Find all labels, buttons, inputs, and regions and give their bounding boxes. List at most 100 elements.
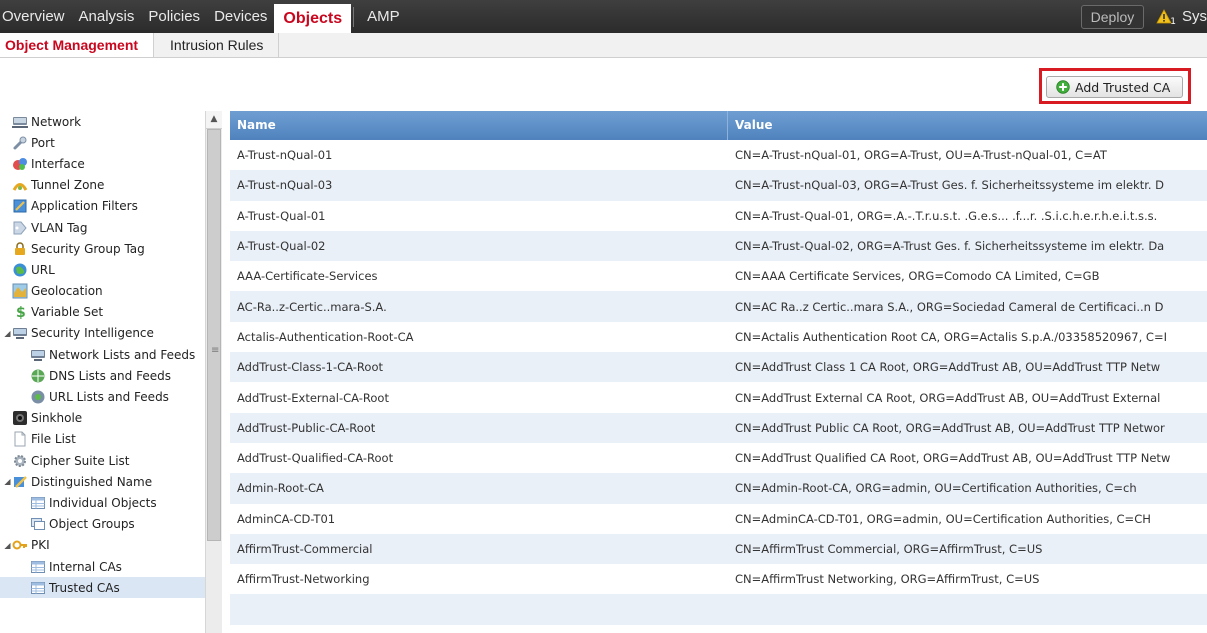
- cell-value: CN=AddTrust Qualified CA Root, ORG=AddTr…: [735, 451, 1171, 466]
- table-row[interactable]: Admin-Root-CA CN=Admin-Root-CA, ORG=admin…: [230, 473, 1207, 504]
- cell-name: Admin-Root-CA: [237, 481, 324, 496]
- table-row[interactable]: AddTrust-External-CA-Root CN=AddTrust Ext…: [230, 382, 1207, 412]
- cell-name: A-Trust-Qual-01: [237, 208, 326, 223]
- column-header-value[interactable]: Value: [728, 111, 1207, 140]
- globe-icon: [13, 263, 27, 277]
- sidebar-item-pki[interactable]: ◢ PKI: [0, 535, 205, 556]
- sidebar-item-label: Sinkhole: [31, 411, 83, 426]
- table-row[interactable]: AC-Ra..z-Certic..mara-S.A. CN=AC Ra..z Ce…: [230, 291, 1207, 322]
- nav-objects[interactable]: Objects: [274, 4, 352, 33]
- port-icon: [13, 136, 27, 150]
- sidebar-item-trusted-cas[interactable]: Trusted CAs: [0, 577, 205, 599]
- table-row[interactable]: A-Trust-nQual-03 CN=A-Trust-nQual-03, ORG…: [230, 170, 1207, 201]
- cell-value: CN=A-Trust-nQual-01, ORG=A-Trust, OU=A-T…: [735, 148, 1107, 163]
- system-menu[interactable]: Sys: [1182, 8, 1207, 25]
- add-trusted-ca-button[interactable]: Add Trusted CA: [1046, 76, 1183, 98]
- dollar-icon: $: [16, 305, 26, 320]
- table-row[interactable]: AffirmTrust-Networking CN=AffirmTrust Net…: [230, 564, 1207, 594]
- cell-name: A-Trust-nQual-01: [237, 148, 333, 163]
- network-icon: [12, 116, 28, 128]
- sidebar-item-sinkhole[interactable]: Sinkhole: [0, 408, 205, 429]
- nav-amp[interactable]: AMP: [360, 0, 407, 33]
- expand-caret-icon[interactable]: ◢: [3, 477, 12, 486]
- sidebar-item-url-lists-and-feeds[interactable]: URL Lists and Feeds: [0, 386, 205, 407]
- sidebar-item-internal-cas[interactable]: Internal CAs: [0, 556, 205, 577]
- table-row[interactable]: [230, 594, 1207, 625]
- url-lists-icon: [31, 390, 45, 404]
- cell-value: CN=Actalis Authentication Root CA, ORG=A…: [735, 329, 1167, 344]
- table-row[interactable]: Actalis-Authentication-Root-CA CN=Actalis…: [230, 322, 1207, 352]
- sidebar-scrollbar[interactable]: ▲ ≡: [205, 111, 222, 633]
- dns-lists-icon: [31, 369, 45, 383]
- sidebar-item-object-groups[interactable]: Object Groups: [0, 514, 205, 535]
- sidebar-item-port[interactable]: Port: [0, 132, 205, 153]
- column-header-name[interactable]: Name: [230, 111, 728, 140]
- add-icon: [1056, 80, 1070, 94]
- table-row[interactable]: A-Trust-Qual-01 CN=A-Trust-Qual-01, ORG=.…: [230, 201, 1207, 231]
- tab-intrusion-rules[interactable]: Intrusion Rules: [153, 33, 280, 57]
- deploy-button[interactable]: Deploy: [1080, 4, 1145, 29]
- nav-overview[interactable]: Overview: [0, 0, 72, 33]
- sidebar-item-file-list[interactable]: File List: [0, 429, 205, 450]
- sidebar-item-cipher-suite-list[interactable]: Cipher Suite List: [0, 450, 205, 471]
- table-row[interactable]: AddTrust-Public-CA-Root CN=AddTrust Publi…: [230, 412, 1207, 443]
- sidebar-item-security-group-tag[interactable]: Security Group Tag: [0, 238, 205, 259]
- sidebar-item-geolocation[interactable]: Geolocation: [0, 281, 205, 302]
- scroll-thumb[interactable]: ≡: [207, 129, 221, 541]
- table-icon: [31, 496, 45, 509]
- nav-analysis[interactable]: Analysis: [72, 0, 142, 33]
- sidebar-item-variable-set[interactable]: $ Variable Set: [0, 302, 205, 323]
- object-groups-icon: [31, 518, 45, 531]
- cell-name: Actalis-Authentication-Root-CA: [237, 329, 414, 344]
- top-right-controls: Deploy 1 Sys: [1080, 0, 1207, 33]
- sidebar-item-dns-lists-and-feeds[interactable]: DNS Lists and Feeds: [0, 365, 205, 386]
- object-type-sidebar: Network Port Interface Tunnel Zone Applicati…: [0, 111, 222, 633]
- sidebar-item-label: VLAN Tag: [31, 220, 88, 235]
- sidebar-item-label: Application Filters: [31, 199, 138, 214]
- sidebar-item-interface[interactable]: Interface: [0, 153, 205, 174]
- table-row[interactable]: AddTrust-Qualified-CA-Root CN=AddTrust Qu…: [230, 443, 1207, 473]
- table-row[interactable]: AddTrust-Class-1-CA-Root CN=AddTrust Clas…: [230, 352, 1207, 383]
- nav-policies[interactable]: Policies: [141, 0, 207, 33]
- table-row[interactable]: AdminCA-CD-T01 CN=AdminCA-CD-T01, ORG=adm…: [230, 504, 1207, 534]
- cell-name: AffirmTrust-Commercial: [237, 542, 373, 556]
- geolocation-icon: [12, 283, 28, 299]
- sidebar-item-label: Distinguished Name: [31, 474, 153, 489]
- sidebar-item-label: Interface: [31, 156, 85, 171]
- sidebar-item-label: PKI: [31, 538, 50, 553]
- nav-devices[interactable]: Devices: [207, 0, 274, 33]
- sidebar-item-label: Individual Objects: [49, 495, 157, 510]
- sidebar-item-url[interactable]: URL: [0, 259, 205, 280]
- cell-value: CN=AddTrust External CA Root, ORG=AddTru…: [735, 390, 1161, 405]
- sidebar-item-security-intelligence[interactable]: ◢ Security Intelligence: [0, 323, 205, 344]
- sidebar-item-label: Security Group Tag: [31, 241, 145, 256]
- sidebar-item-application-filters[interactable]: Application Filters: [0, 196, 205, 217]
- expand-caret-icon[interactable]: ◢: [3, 329, 12, 338]
- file-list-icon: [14, 431, 26, 447]
- expand-caret-icon[interactable]: ◢: [3, 541, 12, 550]
- alerts-indicator[interactable]: 1: [1156, 7, 1176, 27]
- cell-value: CN=AC Ra..z Certic..mara S.A., ORG=Socie…: [735, 299, 1164, 314]
- sidebar-item-tunnel-zone[interactable]: Tunnel Zone: [0, 175, 205, 196]
- sidebar-item-label: Geolocation: [31, 284, 103, 299]
- sidebar-item-distinguished-name[interactable]: ◢ Distinguished Name: [0, 471, 205, 492]
- tunnel-zone-icon: [12, 183, 28, 191]
- table-row[interactable]: AAA-Certificate-Services CN=AAA Certifica…: [230, 261, 1207, 291]
- cell-name: AddTrust-External-CA-Root: [237, 390, 389, 405]
- scroll-up-arrow-icon[interactable]: ▲: [206, 111, 222, 129]
- tab-object-management[interactable]: Object Management: [0, 33, 154, 57]
- table-row[interactable]: A-Trust-Qual-02 CN=A-Trust-Qual-02, ORG=A…: [230, 230, 1207, 262]
- cell-name: AdminCA-CD-T01: [237, 511, 336, 526]
- sidebar-item-network[interactable]: Network: [0, 111, 205, 132]
- sidebar-item-label: Object Groups: [49, 517, 135, 532]
- cell-value: CN=AffirmTrust Networking, ORG=AffirmTru…: [735, 572, 1040, 587]
- sidebar-item-vlan-tag[interactable]: VLAN Tag: [0, 217, 205, 238]
- cell-value: CN=AddTrust Class 1 CA Root, ORG=AddTrus…: [735, 360, 1161, 375]
- table-row[interactable]: AffirmTrust-Commercial CN=AffirmTrust Com…: [230, 533, 1207, 565]
- sidebar-item-network-lists-and-feeds[interactable]: Network Lists and Feeds: [0, 344, 205, 365]
- sidebar-item-label: File List: [31, 432, 76, 447]
- table-row[interactable]: A-Trust-nQual-01 CN=A-Trust-nQual-01, ORG…: [230, 140, 1207, 170]
- cell-value: CN=Admin-Root-CA, ORG=admin, OU=Certific…: [735, 481, 1137, 496]
- cell-value: CN=A-Trust-nQual-03, ORG=A-Trust Ges. f.…: [735, 178, 1165, 193]
- sidebar-item-individual-objects[interactable]: Individual Objects: [0, 492, 205, 513]
